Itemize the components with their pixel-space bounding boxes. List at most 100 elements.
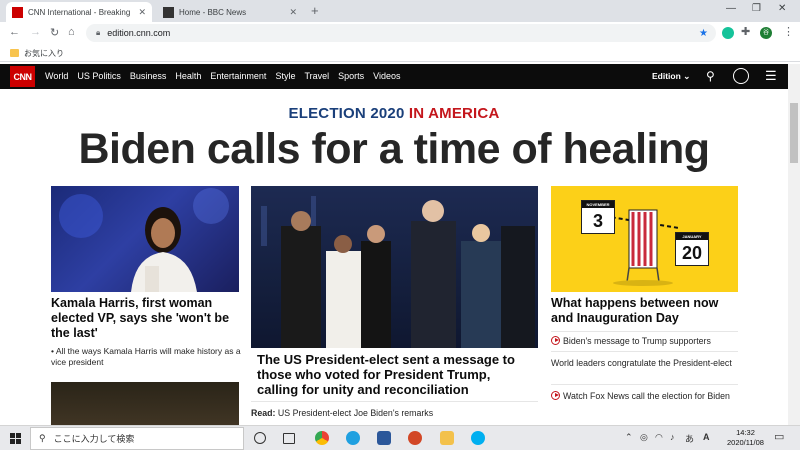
home-icon[interactable]: ⌂ <box>68 26 75 38</box>
related-link-2[interactable]: World leaders congratulate the President… <box>551 357 738 369</box>
tab-bbc[interactable]: Home - BBC News ✕ <box>157 2 303 22</box>
read-label: Read: <box>251 408 276 418</box>
cnn-logo[interactable]: CNN <box>10 66 35 87</box>
right-story-title[interactable]: What happens between now and Inauguratio… <box>551 296 741 326</box>
related-link-1[interactable]: Biden's message to Trump supporters <box>551 335 741 347</box>
reload-icon[interactable]: ↻ <box>50 26 59 39</box>
powerpoint-taskbar-icon[interactable] <box>408 431 422 445</box>
november-calendar-card: NOVEMBER 3 <box>581 200 615 234</box>
wifi-icon[interactable]: ◠ <box>655 432 663 443</box>
center-read-link[interactable]: Read: US President-elect Joe Biden's rem… <box>251 407 538 419</box>
chrome-taskbar-icon[interactable] <box>315 431 329 445</box>
search-icon[interactable]: ⚲ <box>706 69 715 83</box>
cortana-icon[interactable] <box>254 432 266 444</box>
nav-entertainment[interactable]: Entertainment <box>210 71 266 81</box>
tray-chevron-up-icon[interactable]: ⌃ <box>625 432 633 443</box>
tab-cnn[interactable]: CNN International - Breaking Ne ✕ <box>6 2 152 22</box>
cnn-favicon-icon <box>12 6 23 18</box>
lock-icon: 🔒︎ <box>96 28 101 37</box>
kicker-blue: ELECTION 2020 <box>288 105 405 122</box>
scrollbar-thumb[interactable] <box>790 103 798 163</box>
photo-illustration <box>59 188 229 292</box>
chrome-menu-icon[interactable]: ⋮ <box>783 25 794 38</box>
close-tab-icon[interactable]: ✕ <box>138 7 146 18</box>
main-headline[interactable]: Biden calls for a time of healing <box>0 125 788 174</box>
account-icon[interactable] <box>733 68 749 84</box>
bookmark-folder-favorites[interactable]: お気に入り <box>24 48 64 59</box>
graphic-month1: NOVEMBER <box>582 201 614 208</box>
windows-taskbar: ⚲ ここに入力して検索 ⌃ ◎ ◠ ♪ あ A 14:32 2020/11/08… <box>0 425 800 450</box>
url-text: edition.cnn.com <box>107 28 171 38</box>
task-view-icon[interactable] <box>283 433 295 444</box>
nav-style[interactable]: Style <box>275 71 295 81</box>
january-calendar-card: JANUARY 20 <box>675 232 709 266</box>
close-tab-icon[interactable]: ✕ <box>289 7 297 18</box>
right-divider-3 <box>551 384 738 385</box>
close-window-icon[interactable]: ✕ <box>778 3 786 14</box>
bbc-favicon-icon <box>163 6 174 18</box>
edition-label: Edition <box>652 71 681 81</box>
folder-icon <box>10 49 19 57</box>
tray-app-icon[interactable]: ◎ <box>640 432 648 443</box>
ime-mode-indicator[interactable]: A <box>703 432 710 442</box>
tab-strip: CNN International - Breaking Ne ✕ Home -… <box>0 0 800 22</box>
chevron-down-icon: ⌄ <box>683 71 691 81</box>
left-story-bullet[interactable]: • All the ways Kamala Harris will make h… <box>51 346 241 368</box>
taskbar-clock[interactable]: 14:32 2020/11/08 <box>727 428 764 448</box>
nav-business[interactable]: Business <box>130 71 167 81</box>
nav-videos[interactable]: Videos <box>373 71 400 81</box>
minimize-icon[interactable]: — <box>726 3 736 14</box>
edge-taskbar-icon[interactable] <box>346 431 360 445</box>
center-story-title[interactable]: The US President-elect sent a message to… <box>257 352 533 397</box>
kicker-red: IN AMERICA <box>408 105 500 122</box>
new-tab-button[interactable]: + <box>311 3 319 18</box>
windows-start-icon[interactable] <box>10 433 21 444</box>
biden-harris-stage-photo[interactable] <box>251 186 538 348</box>
nav-sports[interactable]: Sports <box>338 71 364 81</box>
video-play-icon <box>551 336 560 345</box>
maximize-icon[interactable]: ❐ <box>752 3 761 14</box>
left-story-title[interactable]: Kamala Harris, first woman elected VP, s… <box>51 296 243 341</box>
skype-taskbar-icon[interactable] <box>471 431 485 445</box>
taskbar-search-box[interactable]: ⚲ ここに入力して検索 <box>30 427 244 450</box>
back-icon[interactable]: ← <box>9 26 20 38</box>
nav-health[interactable]: Health <box>175 71 201 81</box>
inauguration-calendar-graphic[interactable]: NOVEMBER 3 JANUARY 20 <box>551 186 738 292</box>
nav-us-politics[interactable]: US Politics <box>77 71 121 81</box>
section-kicker[interactable]: ELECTION 2020 IN AMERICA <box>0 105 788 122</box>
tab-label: Home - BBC News <box>179 7 247 17</box>
calendar-illustration <box>590 209 680 286</box>
cnn-nav-bar: CNN World US Politics Business Health En… <box>0 64 788 89</box>
graphic-month2: JANUARY <box>676 233 708 240</box>
bookmark-star-icon[interactable]: ★ <box>699 28 708 39</box>
nav-world[interactable]: World <box>45 71 68 81</box>
edition-menu[interactable]: Edition ⌄ <box>652 71 690 82</box>
graphic-day1: 3 <box>592 211 603 231</box>
graphic-day2: 20 <box>681 243 703 263</box>
right-divider-2 <box>551 351 738 352</box>
file-explorer-taskbar-icon[interactable] <box>440 431 454 445</box>
notifications-icon[interactable]: ▭ <box>774 430 784 443</box>
scrollbar-top <box>788 64 800 89</box>
second-left-photo[interactable] <box>51 382 239 425</box>
page-scrollbar[interactable] <box>788 89 800 425</box>
nav-travel[interactable]: Travel <box>304 71 329 81</box>
grammarly-extension-icon[interactable] <box>722 27 734 39</box>
photo-illustration <box>261 196 535 348</box>
extensions-puzzle-icon[interactable]: ✚ <box>741 25 750 38</box>
hamburger-menu-icon[interactable]: ☰ <box>765 68 777 84</box>
profile-avatar[interactable]: 谷 <box>760 27 772 39</box>
kamala-harris-photo[interactable] <box>51 186 239 292</box>
clock-date: 2020/11/08 <box>727 438 764 447</box>
address-bar[interactable]: 🔒︎ edition.cnn.com ★ <box>86 24 716 42</box>
word-taskbar-icon[interactable] <box>377 431 391 445</box>
forward-icon[interactable]: → <box>30 26 41 38</box>
related-link-3[interactable]: Watch Fox News call the election for Bid… <box>551 390 741 402</box>
bookmarks-bar: お気に入り <box>0 44 800 62</box>
related-link-3-text: Watch Fox News call the election for Bid… <box>563 391 730 401</box>
nav-links: World US Politics Business Health Entert… <box>45 71 401 81</box>
right-divider-1 <box>551 331 738 332</box>
volume-icon[interactable]: ♪ <box>670 432 675 442</box>
language-icon[interactable]: あ <box>685 432 694 445</box>
center-divider <box>251 401 538 402</box>
